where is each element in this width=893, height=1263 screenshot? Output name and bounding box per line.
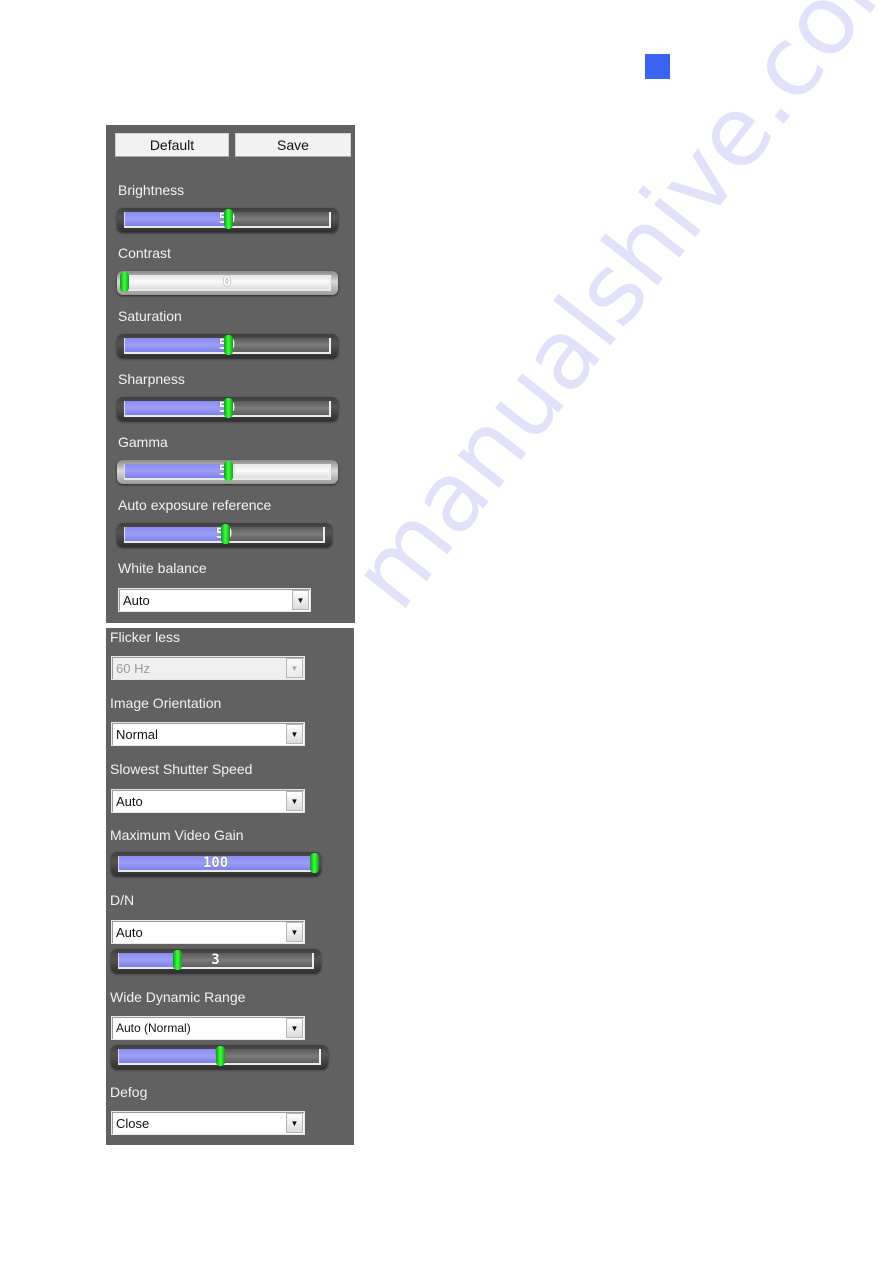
wdr-select[interactable]: Auto (Normal) ▼ bbox=[111, 1016, 305, 1040]
slider-track[interactable]: 100 bbox=[118, 856, 314, 872]
slowest-shutter-speed-label: Slowest Shutter Speed bbox=[110, 761, 253, 777]
sharpness-label: Sharpness bbox=[118, 371, 185, 387]
chevron-down-icon[interactable]: ▼ bbox=[286, 724, 303, 744]
contrast-slider[interactable]: 0 bbox=[117, 271, 338, 295]
max-video-gain-slider[interactable]: 100 bbox=[111, 852, 321, 876]
dn-select[interactable]: Auto ▼ bbox=[111, 920, 305, 944]
white-balance-select[interactable]: Auto ▼ bbox=[118, 588, 311, 612]
dn-value: Auto bbox=[116, 925, 143, 940]
image-settings-panel: Default Save Brightness 50 Contrast 0 Sa… bbox=[106, 125, 355, 623]
flicker-less-label: Flicker less bbox=[110, 629, 181, 645]
slider-track[interactable]: 3 bbox=[118, 953, 314, 969]
slowest-shutter-speed-value: Auto bbox=[116, 794, 143, 809]
brightness-slider[interactable]: 50 bbox=[117, 208, 338, 232]
flicker-less-select[interactable]: 60 Hz ▼ bbox=[111, 656, 305, 680]
gamma-label: Gamma bbox=[118, 434, 168, 450]
slider-thumb[interactable] bbox=[120, 272, 129, 292]
dn-label: D/N bbox=[110, 892, 135, 908]
slider-value: 0 bbox=[222, 275, 232, 290]
saturation-slider[interactable]: 50 bbox=[117, 334, 338, 358]
slider-thumb[interactable] bbox=[223, 209, 233, 229]
gamma-slider[interactable]: 50 bbox=[117, 460, 338, 484]
brightness-label: Brightness bbox=[118, 182, 185, 198]
max-video-gain-label: Maximum Video Gain bbox=[110, 827, 244, 843]
advanced-settings-panel: Flicker less 60 Hz ▼ Image Orientation N… bbox=[106, 628, 354, 1145]
default-button[interactable]: Default bbox=[115, 133, 229, 157]
sharpness-slider[interactable]: 50 bbox=[117, 397, 338, 421]
wdr-label: Wide Dynamic Range bbox=[110, 989, 246, 1005]
white-balance-value: Auto bbox=[123, 593, 150, 608]
slider-thumb[interactable] bbox=[223, 461, 233, 481]
slider-track[interactable]: 0 bbox=[124, 275, 331, 291]
slider-value: 100 bbox=[202, 856, 229, 871]
defog-select[interactable]: Close ▼ bbox=[111, 1111, 305, 1135]
saturation-label: Saturation bbox=[118, 308, 182, 324]
chevron-down-icon[interactable]: ▼ bbox=[286, 658, 303, 678]
image-orientation-select[interactable]: Normal ▼ bbox=[111, 722, 305, 746]
chevron-down-icon[interactable]: ▼ bbox=[286, 791, 303, 811]
slider-thumb[interactable] bbox=[223, 398, 233, 418]
white-balance-label: White balance bbox=[118, 560, 207, 576]
slider-thumb[interactable] bbox=[215, 1046, 225, 1066]
slider-thumb[interactable] bbox=[220, 524, 230, 544]
chevron-down-icon[interactable]: ▼ bbox=[292, 590, 309, 610]
defog-label: Defog bbox=[110, 1084, 148, 1100]
image-orientation-label: Image Orientation bbox=[110, 695, 222, 711]
auto-exposure-reference-slider[interactable]: 50 bbox=[117, 523, 332, 547]
dn-slider[interactable]: 3 bbox=[111, 949, 321, 973]
defog-value: Close bbox=[116, 1116, 150, 1131]
slider-thumb[interactable] bbox=[310, 853, 319, 873]
chevron-down-icon[interactable]: ▼ bbox=[286, 1113, 303, 1133]
watermark: manualshive.com bbox=[330, 0, 893, 629]
wdr-value: Auto (Normal) bbox=[116, 1021, 191, 1035]
flicker-less-value: 60 Hz bbox=[116, 661, 150, 676]
auto-exposure-reference-label: Auto exposure reference bbox=[118, 497, 272, 513]
slider-thumb[interactable] bbox=[223, 335, 233, 355]
chevron-down-icon[interactable]: ▼ bbox=[286, 1018, 303, 1038]
slider-thumb[interactable] bbox=[172, 950, 182, 970]
chevron-down-icon[interactable]: ▼ bbox=[286, 922, 303, 942]
slider-value: 3 bbox=[211, 953, 220, 968]
wdr-slider[interactable]: 5 bbox=[111, 1045, 328, 1069]
slowest-shutter-speed-select[interactable]: Auto ▼ bbox=[111, 789, 305, 813]
contrast-label: Contrast bbox=[118, 245, 171, 261]
image-orientation-value: Normal bbox=[116, 727, 158, 742]
save-button[interactable]: Save bbox=[235, 133, 351, 157]
chapter-tab-marker bbox=[645, 54, 670, 79]
